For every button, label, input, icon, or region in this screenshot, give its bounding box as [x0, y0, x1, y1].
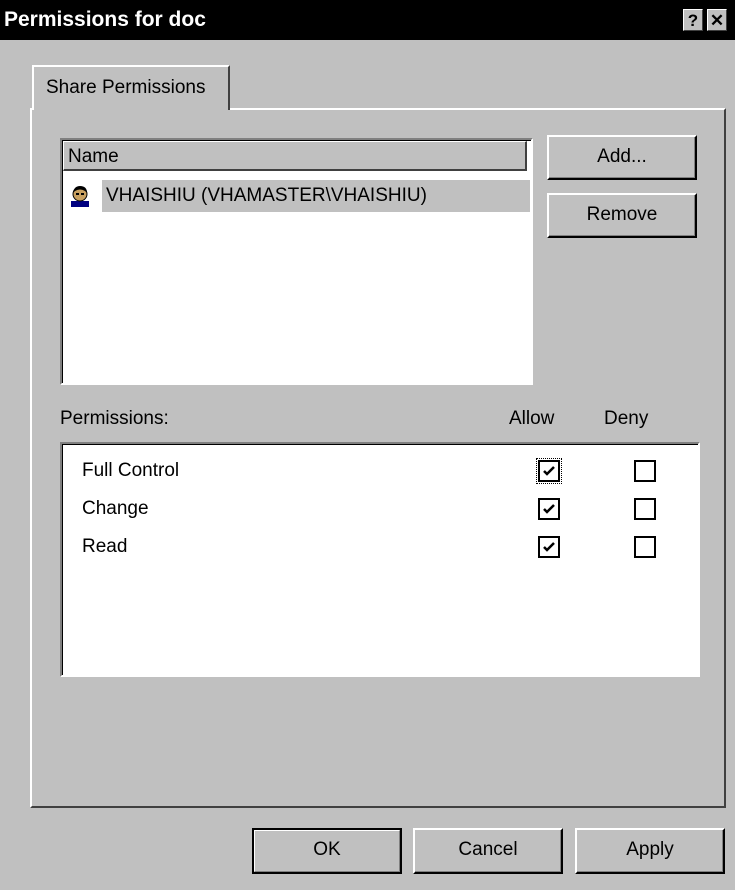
ok-button-label: OK	[313, 839, 341, 860]
window-title: Permissions for doc	[4, 8, 206, 31]
allow-full-control-checkbox[interactable]	[536, 458, 562, 484]
list-item[interactable]: VHAISHIU (VHAMASTER\VHAISHIU)	[66, 180, 536, 212]
user-icon	[71, 186, 89, 207]
checkmark-icon	[543, 542, 555, 552]
deny-full-control-checkbox[interactable]	[634, 460, 656, 482]
tab-label: Share Permissions	[46, 77, 206, 98]
user-name: VHAISHIU (VHAMASTER\VHAISHIU)	[102, 180, 530, 212]
permissions-label: Permissions:	[60, 408, 169, 429]
name-column-header[interactable]: Name	[63, 141, 527, 171]
permission-row-read: Read	[82, 530, 702, 564]
allow-column-header: Allow	[509, 408, 555, 429]
ok-button[interactable]: OK	[252, 828, 402, 874]
add-button-label: Add...	[597, 146, 647, 167]
cancel-button[interactable]: Cancel	[413, 828, 563, 874]
help-button[interactable]: ?	[683, 9, 703, 31]
close-button[interactable]: ✕	[707, 9, 727, 31]
permission-row-full-control: Full Control	[82, 454, 702, 488]
users-list[interactable]: Name VHAISHIU (VHAMASTER\VHAISHIU)	[60, 138, 533, 385]
remove-button-label: Remove	[586, 204, 658, 225]
permission-name: Read	[82, 536, 128, 557]
title-bar: Permissions for doc ? ✕	[0, 0, 735, 40]
add-button[interactable]: Add...	[547, 135, 697, 180]
apply-button[interactable]: Apply	[575, 828, 725, 874]
deny-change-checkbox[interactable]	[634, 498, 656, 520]
permission-row-change: Change	[82, 492, 702, 526]
remove-button[interactable]: Remove	[547, 193, 697, 238]
permission-name: Change	[82, 498, 149, 519]
apply-button-label: Apply	[626, 839, 674, 860]
permissions-list[interactable]: Full Control Change Read	[60, 442, 700, 677]
checkmark-icon	[543, 466, 555, 476]
cancel-button-label: Cancel	[458, 839, 518, 860]
checkmark-icon	[543, 504, 555, 514]
name-column-label: Name	[68, 146, 119, 167]
permission-name: Full Control	[82, 460, 180, 481]
deny-read-checkbox[interactable]	[634, 536, 656, 558]
deny-column-header: Deny	[604, 408, 649, 429]
allow-read-checkbox[interactable]	[538, 536, 560, 558]
allow-change-checkbox[interactable]	[538, 498, 560, 520]
tab-share-permissions[interactable]: Share Permissions	[32, 65, 230, 110]
